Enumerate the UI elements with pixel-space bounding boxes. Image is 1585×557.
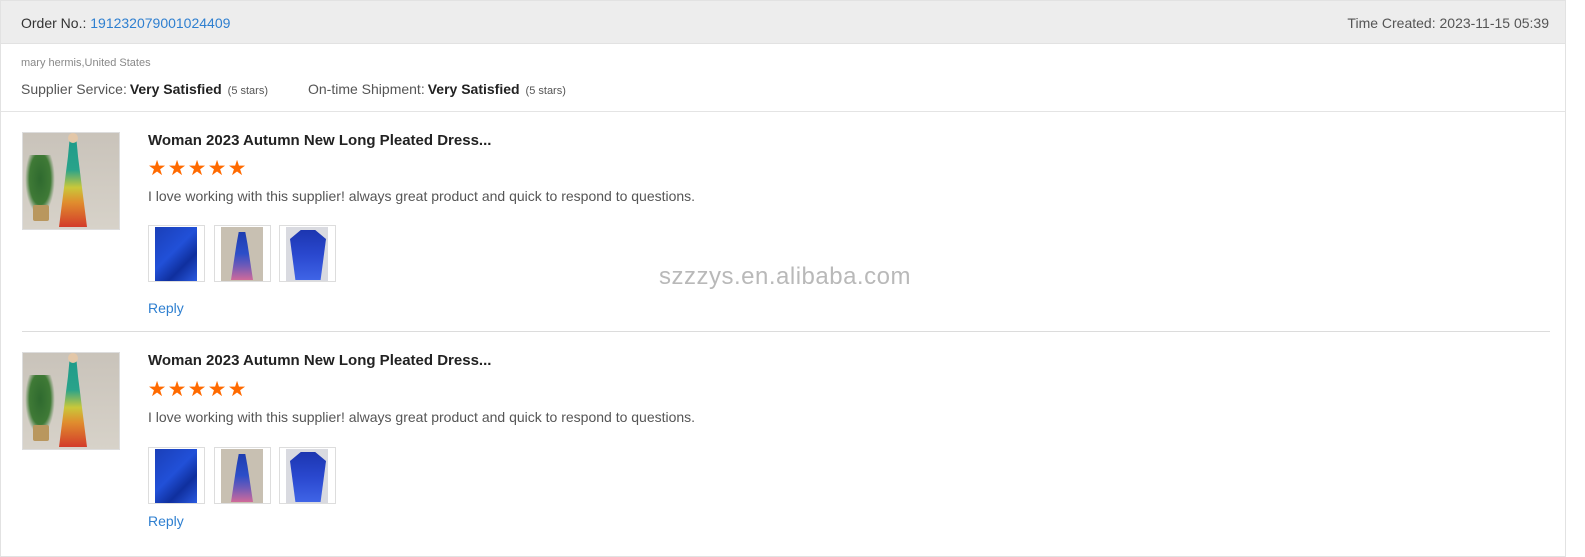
star-icon: ★ bbox=[207, 157, 227, 180]
star-icon: ★ bbox=[227, 157, 247, 180]
shipment-label: On-time Shipment: bbox=[308, 81, 425, 97]
shipment-value: Very Satisfied bbox=[427, 81, 520, 97]
product-title-link[interactable]: Woman 2023 Autumn New Long Pleated Dress… bbox=[148, 352, 491, 369]
review-divider bbox=[22, 331, 1550, 332]
order-number-label: Order No.: bbox=[21, 15, 87, 31]
product-title-link[interactable]: Woman 2023 Autumn New Long Pleated Dress… bbox=[148, 132, 491, 149]
order-header: Order No.: 191232079001024409 Time Creat… bbox=[1, 1, 1565, 44]
supplier-service-label: Supplier Service: bbox=[21, 81, 127, 97]
review-photo-thumbnail[interactable] bbox=[148, 447, 205, 504]
review-photo-thumbnail[interactable] bbox=[214, 447, 271, 504]
supplier-service-value: Very Satisfied bbox=[129, 81, 222, 97]
star-rating: ★★★★★ bbox=[147, 379, 247, 400]
star-icon: ★ bbox=[167, 157, 187, 180]
order-number: Order No.: 191232079001024409 bbox=[21, 15, 230, 31]
review-photo-thumbnail[interactable] bbox=[279, 447, 336, 504]
supplier-service-stars: (5 stars) bbox=[227, 85, 268, 97]
time-created: Time Created: 2023-11-15 05:39 bbox=[1347, 15, 1549, 31]
star-icon: ★ bbox=[167, 378, 187, 401]
star-icon: ★ bbox=[187, 378, 207, 401]
review-photo-thumbnail[interactable] bbox=[279, 225, 336, 282]
time-created-label: Time Created: bbox=[1347, 15, 1436, 31]
watermark: szzzys.en.alibaba.com bbox=[659, 263, 911, 290]
star-icon: ★ bbox=[207, 378, 227, 401]
reply-link[interactable]: Reply bbox=[148, 513, 184, 529]
star-rating: ★★★★★ bbox=[147, 158, 247, 179]
divider bbox=[1, 111, 1565, 112]
star-icon: ★ bbox=[147, 378, 167, 401]
star-icon: ★ bbox=[147, 157, 167, 180]
review-item: Woman 2023 Autumn New Long Pleated Dress… bbox=[1, 132, 1565, 332]
order-number-link[interactable]: 191232079001024409 bbox=[90, 15, 230, 31]
reply-link[interactable]: Reply bbox=[148, 300, 184, 316]
review-item: Woman 2023 Autumn New Long Pleated Dress… bbox=[1, 352, 1565, 552]
review-comment: I love working with this supplier! alway… bbox=[148, 409, 696, 425]
feedback-card: Order No.: 191232079001024409 Time Creat… bbox=[0, 0, 1566, 557]
time-created-value: 2023-11-15 05:39 bbox=[1439, 15, 1550, 31]
star-icon: ★ bbox=[187, 157, 207, 180]
review-photo-thumbnail[interactable] bbox=[214, 225, 271, 282]
buyer-info: mary hermis,United States bbox=[21, 57, 151, 69]
order-ratings: Supplier Service: Very Satisfied (5 stars)… bbox=[21, 81, 566, 97]
buyer-name-country: mary hermis,United States bbox=[21, 57, 151, 69]
product-image[interactable] bbox=[22, 352, 120, 450]
review-comment: I love working with this supplier! alway… bbox=[148, 188, 696, 204]
product-image[interactable] bbox=[22, 132, 120, 230]
shipment-stars: (5 stars) bbox=[525, 85, 566, 97]
review-photo-thumbnail[interactable] bbox=[148, 225, 205, 282]
star-icon: ★ bbox=[227, 378, 247, 401]
